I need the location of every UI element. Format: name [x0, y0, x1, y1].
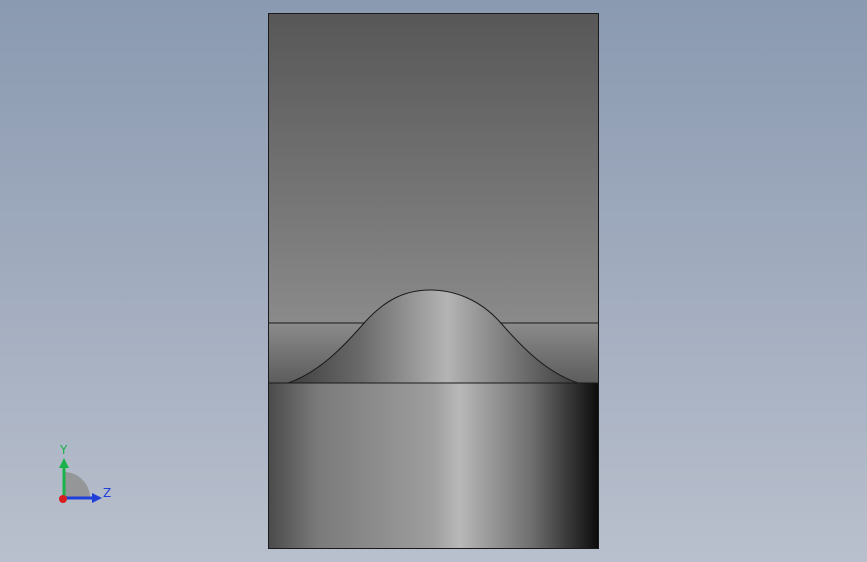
part-model[interactable]	[0, 0, 867, 562]
cad-viewport[interactable]: Y Z	[0, 0, 867, 562]
y-arrow-icon	[59, 458, 69, 468]
lower-cylinder-face[interactable]	[268, 383, 598, 548]
z-axis-label: Z	[103, 486, 111, 500]
orientation-triad[interactable]: Y Z	[50, 440, 120, 510]
triad-plane-icon	[64, 472, 90, 498]
x-axis-icon	[59, 495, 67, 503]
z-arrow-icon	[92, 493, 102, 503]
upper-face[interactable]	[268, 13, 598, 323]
y-axis-label: Y	[59, 443, 68, 457]
